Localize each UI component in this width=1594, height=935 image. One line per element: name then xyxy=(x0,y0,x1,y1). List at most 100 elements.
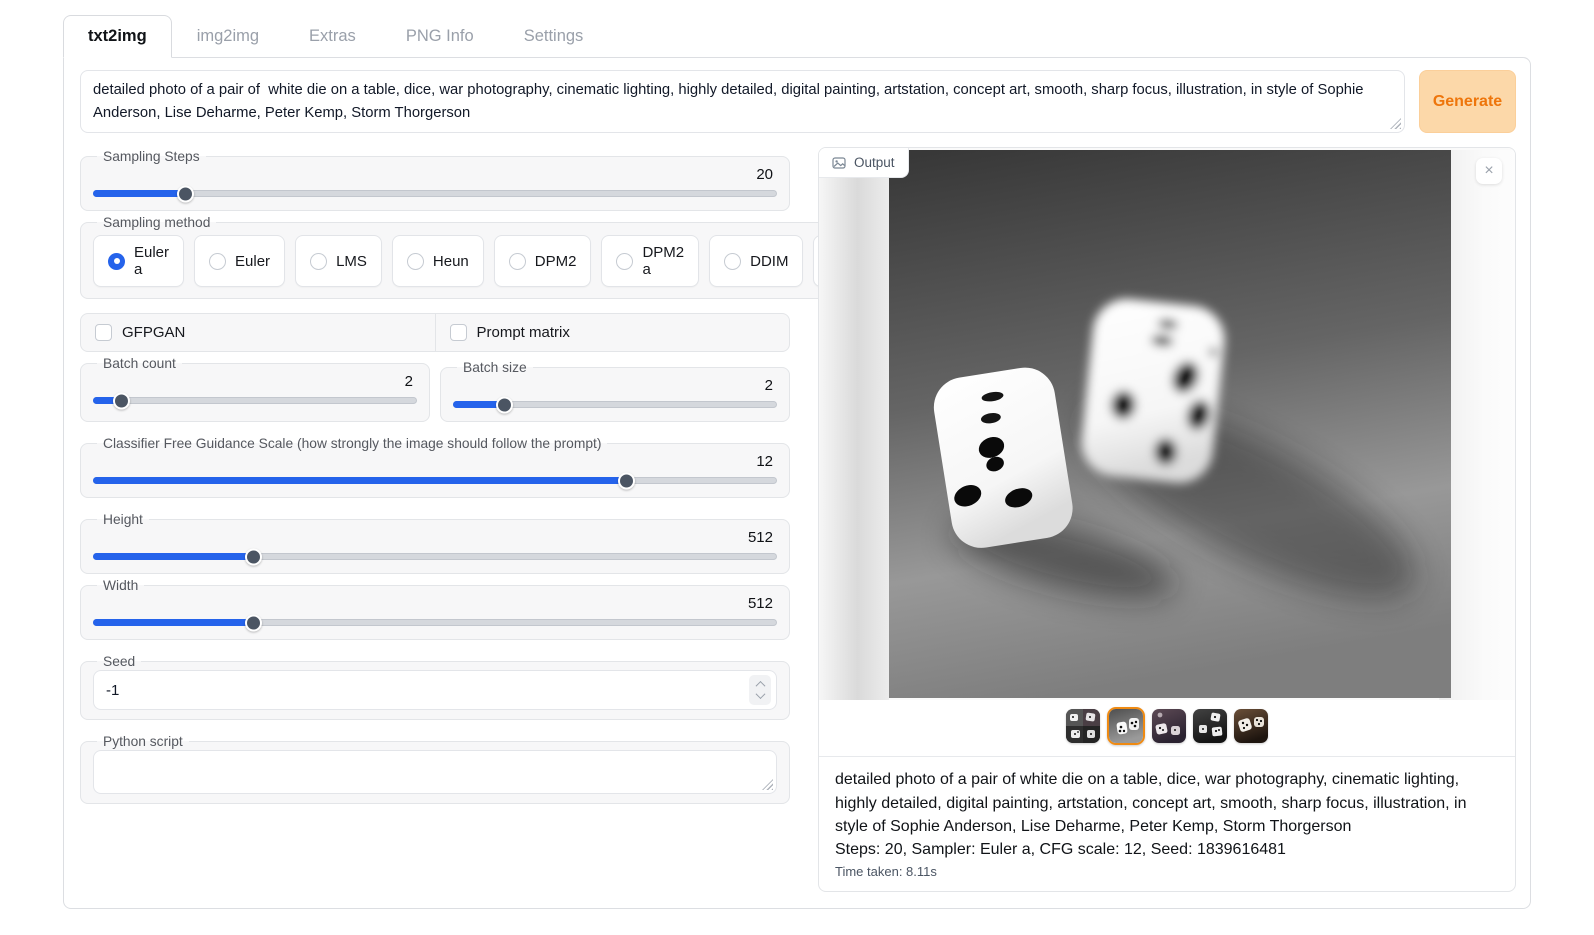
settings-column: Sampling Steps 20 Sampling method xyxy=(80,147,790,818)
output-panel: Output × xyxy=(818,147,1516,892)
prompt-matrix-label: Prompt matrix xyxy=(477,324,570,341)
output-header: Output xyxy=(819,148,909,178)
close-gallery-button[interactable]: × xyxy=(1476,158,1502,184)
slider-thumb[interactable] xyxy=(113,392,130,409)
tab-txt2img[interactable]: txt2img xyxy=(63,15,172,58)
radio-heun[interactable]: Heun xyxy=(392,235,484,287)
tab-settings[interactable]: Settings xyxy=(499,15,609,58)
tab-bar: txt2img img2img Extras PNG Info Settings xyxy=(63,15,1531,58)
slider-thumb[interactable] xyxy=(177,185,194,202)
radio-icon xyxy=(407,253,424,270)
checkbox-icon[interactable] xyxy=(95,324,112,341)
tab-extras[interactable]: Extras xyxy=(284,15,381,58)
seed-group: Seed xyxy=(80,654,790,720)
height-value: 512 xyxy=(93,528,777,548)
gallery-thumbnail-5[interactable] xyxy=(1234,709,1268,743)
radio-icon xyxy=(509,253,526,270)
sampling-method-label: Sampling method xyxy=(97,215,216,230)
radio-icon xyxy=(616,253,633,270)
slider-track[interactable] xyxy=(93,190,777,197)
slider-thumb[interactable] xyxy=(245,614,262,631)
seed-group-wrap: Seed xyxy=(80,654,790,720)
sampling-steps-group: Sampling Steps 20 xyxy=(80,149,790,211)
options-row: GFPGAN Prompt matrix xyxy=(80,313,790,352)
generated-dice-image xyxy=(889,150,1451,698)
caption-prompt: detailed photo of a pair of white die on… xyxy=(835,768,1499,839)
radio-lms[interactable]: LMS xyxy=(295,235,382,287)
python-script-group: Python script xyxy=(80,734,790,804)
gallery-thumbnail-4[interactable] xyxy=(1193,709,1227,743)
caption-params: Steps: 20, Sampler: Euler a, CFG scale: … xyxy=(835,841,1499,859)
height-slider[interactable] xyxy=(93,548,777,564)
gallery-thumbnail-2-selected[interactable] xyxy=(1107,707,1145,745)
slider-fill xyxy=(93,190,186,197)
width-label: Width xyxy=(97,578,144,593)
batch-count-group: Batch count 2 xyxy=(80,356,430,422)
gallery-thumbnails xyxy=(819,700,1515,756)
sampling-method-options: Euler a Euler LMS xyxy=(93,231,910,289)
radio-label: DPM2 a xyxy=(642,244,684,278)
slider-fill xyxy=(93,553,254,560)
image-icon xyxy=(832,156,846,170)
gallery-thumbnail-1[interactable] xyxy=(1066,709,1100,743)
slider-thumb[interactable] xyxy=(618,472,635,489)
radio-euler[interactable]: Euler xyxy=(194,235,285,287)
radio-euler-a[interactable]: Euler a xyxy=(93,235,184,287)
sampling-steps-slider[interactable] xyxy=(93,185,777,201)
batch-count-value: 2 xyxy=(93,372,417,392)
sampling-method-group: Sampling method Euler a Euler xyxy=(80,215,923,299)
radio-ddim[interactable]: DDIM xyxy=(709,235,803,287)
gallery-preview xyxy=(819,148,1515,700)
seed-input[interactable] xyxy=(106,682,749,699)
slider-fill xyxy=(93,477,627,484)
python-script-label: Python script xyxy=(97,734,189,749)
generate-button[interactable]: Generate xyxy=(1419,70,1516,133)
chevron-down-icon[interactable] xyxy=(755,689,765,699)
width-group: Width 512 xyxy=(80,578,790,640)
slider-fill xyxy=(453,401,505,408)
slider-fill xyxy=(93,397,122,404)
batch-group: GFPGAN Prompt matrix Batch count 2 xyxy=(80,313,790,422)
tab-img2img[interactable]: img2img xyxy=(172,15,284,58)
cfg-scale-label: Classifier Free Guidance Scale (how stro… xyxy=(97,436,607,451)
radio-dpm2-a[interactable]: DPM2 a xyxy=(601,235,699,287)
gfpgan-checkbox[interactable]: GFPGAN xyxy=(81,314,435,351)
tab-png-info[interactable]: PNG Info xyxy=(381,15,499,58)
radio-label: Euler a xyxy=(134,244,169,278)
checkbox-icon[interactable] xyxy=(450,324,467,341)
python-script-input[interactable] xyxy=(94,751,776,793)
gallery-thumbnail-3[interactable] xyxy=(1152,709,1186,743)
cfg-scale-slider[interactable] xyxy=(93,472,777,488)
prompt-matrix-checkbox[interactable]: Prompt matrix xyxy=(435,314,790,351)
script-group-wrap: Python script xyxy=(80,734,790,804)
sampling-steps-value: 20 xyxy=(93,165,777,185)
batch-size-slider[interactable] xyxy=(453,396,777,412)
python-script-box xyxy=(93,750,777,794)
height-group: Height 512 xyxy=(80,512,790,574)
output-label: Output xyxy=(854,155,895,170)
caption-time-taken: Time taken: 8.11s xyxy=(835,864,1499,879)
radio-label: DPM2 xyxy=(535,253,577,270)
output-column: Output × xyxy=(818,147,1516,892)
radio-icon xyxy=(310,253,327,270)
sampling-steps-label: Sampling Steps xyxy=(97,149,206,164)
slider-track[interactable] xyxy=(93,397,417,404)
gfpgan-label: GFPGAN xyxy=(122,324,185,341)
seed-label: Seed xyxy=(97,654,141,669)
prompt-input[interactable]: detailed photo of a pair of white die on… xyxy=(93,79,1392,121)
output-gallery: Output × xyxy=(819,148,1515,757)
sampling-group: Sampling Steps 20 Sampling method xyxy=(80,149,790,299)
radio-dpm2[interactable]: DPM2 xyxy=(494,235,592,287)
batch-count-slider[interactable] xyxy=(93,392,417,408)
batch-size-label: Batch size xyxy=(457,360,533,375)
radio-icon xyxy=(209,253,226,270)
slider-thumb[interactable] xyxy=(496,396,513,413)
gallery-left-blur xyxy=(819,150,889,700)
number-spinner[interactable] xyxy=(749,675,771,705)
prompt-box: detailed photo of a pair of white die on… xyxy=(80,70,1405,133)
slider-thumb[interactable] xyxy=(245,548,262,565)
width-slider[interactable] xyxy=(93,614,777,630)
radio-label: DDIM xyxy=(750,253,788,270)
cfg-scale-value: 12 xyxy=(93,452,777,472)
batch-size-group: Batch size 2 xyxy=(440,360,790,422)
